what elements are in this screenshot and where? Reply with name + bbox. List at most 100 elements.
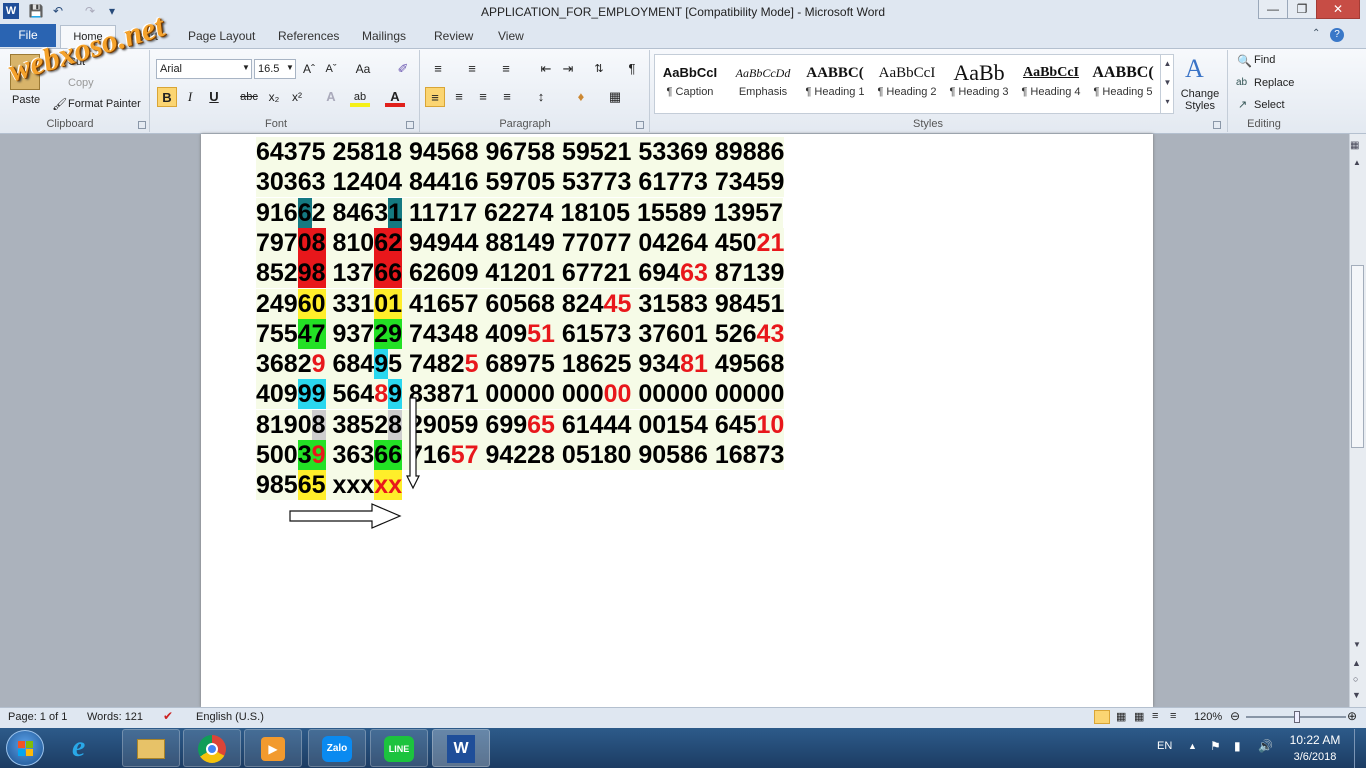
font-name-box[interactable]: Arial xyxy=(156,59,252,79)
minimize-button[interactable]: — xyxy=(1258,0,1288,19)
justify-icon[interactable]: ≡ xyxy=(497,87,517,107)
sort-icon[interactable]: ⇅ xyxy=(589,59,609,79)
show-hidden-icons-icon[interactable]: ▲ xyxy=(1188,741,1197,751)
style-heading-4[interactable]: AaBbCcI ¶ Heading 4 xyxy=(1016,56,1086,112)
shading-icon[interactable]: ♦ xyxy=(571,87,591,107)
volume-icon[interactable]: 🔊 xyxy=(1258,739,1273,753)
increase-indent-icon[interactable]: ⇥ xyxy=(558,59,578,79)
font-launcher-icon[interactable] xyxy=(406,121,414,129)
highlight-icon[interactable]: ab xyxy=(350,87,370,107)
word-icon[interactable]: W xyxy=(432,729,490,767)
network-icon[interactable]: ▮ xyxy=(1234,739,1241,753)
style-heading-1[interactable]: AABBC( ¶ Heading 1 xyxy=(800,56,870,112)
decrease-indent-icon[interactable]: ⇤ xyxy=(536,59,556,79)
restore-button[interactable]: ❐ xyxy=(1287,0,1317,19)
style-emphasis[interactable]: AaBbCcDd Emphasis xyxy=(728,56,798,112)
underline-icon[interactable]: U xyxy=(204,87,224,107)
grid-cell: 53773 xyxy=(561,168,632,197)
bold-icon[interactable]: B xyxy=(157,87,177,107)
replace-button[interactable]: Replace xyxy=(1254,77,1294,89)
proofing-icon[interactable]: ✔ xyxy=(163,709,173,723)
browse-object-icon[interactable]: ○ xyxy=(1353,674,1358,684)
numbering-icon[interactable]: ≡ xyxy=(462,59,482,79)
clock-date[interactable]: 3/6/2018 xyxy=(1288,751,1342,763)
style-heading-5[interactable]: AABBC( ¶ Heading 5 xyxy=(1088,56,1158,112)
scrollbar-thumb[interactable] xyxy=(1351,265,1364,448)
input-language[interactable]: EN xyxy=(1157,740,1172,752)
language-status[interactable]: English (U.S.) xyxy=(196,711,264,723)
text-effects-icon[interactable]: A xyxy=(321,87,341,107)
tab-page-layout[interactable]: Page Layout xyxy=(188,24,255,48)
next-page-icon[interactable]: ▼ xyxy=(1352,690,1361,700)
style-caption-sample: AaBbCcI xyxy=(662,65,718,80)
bullets-icon[interactable]: ≡ xyxy=(428,59,448,79)
align-left-icon[interactable]: ≡ xyxy=(425,87,445,107)
grid-cell xyxy=(708,137,715,167)
tab-references[interactable]: References xyxy=(278,24,339,48)
font-size-dropdown-icon[interactable]: ▼ xyxy=(286,63,294,72)
zalo-icon[interactable]: Zalo xyxy=(308,729,366,767)
grow-font-icon[interactable]: Aˆ xyxy=(299,59,319,79)
scroll-down-icon[interactable]: ▼ xyxy=(1353,640,1361,649)
tab-review[interactable]: Review xyxy=(434,24,473,48)
superscript-icon[interactable]: x² xyxy=(287,87,307,107)
grid-cell: 43 xyxy=(756,319,785,348)
explorer-icon[interactable] xyxy=(122,729,180,767)
grid-cell: 9 xyxy=(311,350,326,379)
web-layout-icon[interactable]: ▦ xyxy=(1134,710,1144,723)
borders-icon[interactable]: ▦ xyxy=(605,87,625,107)
change-case-icon[interactable]: Aa xyxy=(353,59,373,79)
scroll-up-icon[interactable]: ▲ xyxy=(1353,158,1361,167)
draft-icon[interactable]: ≡ xyxy=(1170,710,1176,722)
zoom-slider-handle[interactable] xyxy=(1294,711,1300,723)
close-button[interactable]: ✕ xyxy=(1316,0,1360,19)
show-desktop-button[interactable] xyxy=(1354,729,1366,768)
style-heading-3[interactable]: AaBb ¶ Heading 3 xyxy=(944,56,1014,112)
align-right-icon[interactable]: ≡ xyxy=(473,87,493,107)
start-button[interactable] xyxy=(6,730,44,766)
format-painter-button[interactable]: Format Painter xyxy=(68,98,141,110)
font-color-icon[interactable]: A xyxy=(385,87,405,107)
shrink-font-icon[interactable]: Aˇ xyxy=(321,59,341,79)
align-center-icon[interactable]: ≡ xyxy=(449,87,469,107)
ie-icon[interactable]: e xyxy=(72,730,85,764)
full-screen-reading-icon[interactable]: ▦ xyxy=(1116,710,1126,723)
paragraph-launcher-icon[interactable] xyxy=(636,121,644,129)
multilevel-list-icon[interactable]: ≡ xyxy=(496,59,516,79)
zoom-out-icon[interactable]: ⊖ xyxy=(1230,709,1240,723)
print-layout-icon[interactable] xyxy=(1094,710,1110,724)
word-count[interactable]: Words: 121 xyxy=(87,711,143,723)
zoom-level[interactable]: 120% xyxy=(1194,711,1222,723)
previous-page-icon[interactable]: ▲ xyxy=(1352,658,1361,668)
change-styles-button[interactable]: Change Styles xyxy=(1180,88,1220,112)
chrome-icon[interactable] xyxy=(183,729,241,767)
italic-icon[interactable]: I xyxy=(180,87,200,107)
styles-launcher-icon[interactable] xyxy=(1213,121,1221,129)
clock-time[interactable]: 10:22 AM xyxy=(1288,733,1342,747)
media-icon[interactable]: ▶ xyxy=(244,729,302,767)
clear-formatting-icon[interactable]: ✐ xyxy=(393,59,413,79)
outline-icon[interactable]: ≡ xyxy=(1152,710,1158,722)
action-center-icon[interactable]: ⚑ xyxy=(1210,739,1221,753)
paste-button[interactable]: Paste xyxy=(12,94,40,106)
minimize-ribbon-icon[interactable]: ⌃ xyxy=(1312,28,1320,39)
styles-scroll-icon[interactable]: ▲ ▼ ▾ xyxy=(1160,54,1174,114)
zoom-in-icon[interactable]: ⊕ xyxy=(1347,709,1357,723)
line-icon[interactable]: LINE xyxy=(370,729,428,767)
select-button[interactable]: Select xyxy=(1254,99,1285,111)
font-name-dropdown-icon[interactable]: ▼ xyxy=(242,63,250,72)
show-formatting-icon[interactable]: ¶ xyxy=(622,59,642,79)
page-count[interactable]: Page: 1 of 1 xyxy=(8,711,67,723)
find-button[interactable]: Find xyxy=(1254,54,1275,66)
tab-mailings[interactable]: Mailings xyxy=(362,24,406,48)
clipboard-launcher-icon[interactable] xyxy=(138,121,146,129)
line-spacing-icon[interactable]: ↕ xyxy=(531,87,551,107)
subscript-icon[interactable]: x₂ xyxy=(264,87,284,107)
style-heading-2[interactable]: AaBbCcI ¶ Heading 2 xyxy=(872,56,942,112)
ruler-toggle-icon[interactable]: ▦ xyxy=(1350,140,1359,151)
strikethrough-icon[interactable]: abc xyxy=(239,87,259,107)
style-caption[interactable]: AaBbCcI ¶ Caption xyxy=(655,56,725,112)
copy-button[interactable]: Copy xyxy=(68,77,94,89)
help-icon[interactable]: ? xyxy=(1330,28,1344,42)
tab-view[interactable]: View xyxy=(498,24,524,48)
